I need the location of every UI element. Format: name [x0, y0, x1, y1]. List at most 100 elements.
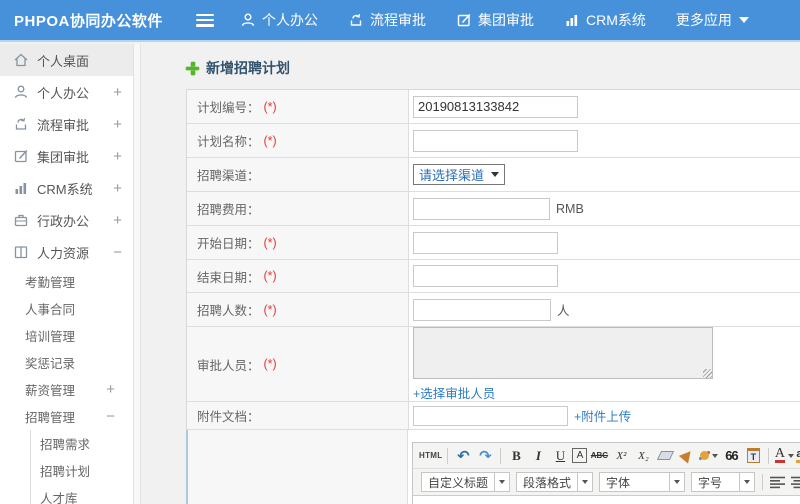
- sidebar-item-label: 流程审批: [37, 117, 90, 133]
- font-color-button[interactable]: A: [774, 446, 794, 466]
- field-label: 招聘费用：: [187, 192, 409, 225]
- recruit-plan-form: 计划编号：(*) 计划名称：(*) 招聘渠道： 请选择渠道 招聘费用： RMB …: [186, 89, 800, 504]
- select-approver-link[interactable]: +选择审批人员: [413, 383, 713, 402]
- sidebar-item-hr-contract[interactable]: 人事合同: [0, 295, 133, 322]
- sidebar-item-recruit-demand[interactable]: 招聘需求: [31, 430, 133, 457]
- sidebar-item-crm[interactable]: CRM系统 +: [0, 172, 133, 204]
- sidebar-item-label: 考勤管理: [25, 276, 76, 290]
- topnav-personal-office[interactable]: 个人办公: [240, 10, 318, 30]
- collapse-icon[interactable]: −: [113, 244, 122, 261]
- edit-icon: [457, 13, 471, 27]
- expand-icon[interactable]: +: [113, 212, 122, 229]
- undo-icon[interactable]: ↶: [453, 446, 473, 466]
- attachment-upload-link[interactable]: +附件上传: [574, 406, 631, 425]
- spray-color-icon[interactable]: [699, 446, 719, 466]
- end-date-input[interactable]: [413, 265, 558, 287]
- align-center-icon[interactable]: [791, 476, 800, 489]
- topnav-group-approval[interactable]: 集团审批: [456, 10, 534, 30]
- underline-button[interactable]: U: [550, 446, 570, 466]
- eraser-icon[interactable]: [655, 446, 675, 466]
- sidebar-item-hr[interactable]: 人力资源 −: [0, 236, 133, 268]
- editor-toolbar-row1: HTML ↶ ↷ B I U A ABC X² X₂ 66 T A a: [413, 443, 800, 469]
- required-marker: (*): [263, 269, 277, 283]
- sidebar-item-label: 个人桌面: [37, 53, 90, 69]
- expand-icon[interactable]: +: [113, 148, 122, 165]
- html-source-button[interactable]: HTML: [419, 446, 442, 466]
- autotypeset-button[interactable]: A: [572, 448, 588, 463]
- superscript-button[interactable]: X²: [611, 446, 631, 466]
- flow-icon: [350, 13, 362, 26]
- sidebar-item-personal-desktop[interactable]: 个人桌面: [0, 44, 133, 76]
- italic-button[interactable]: I: [528, 446, 548, 466]
- sidebar-item-personal-office[interactable]: 个人办公 +: [0, 76, 133, 108]
- bold-button[interactable]: B: [506, 446, 526, 466]
- expand-icon[interactable]: +: [106, 381, 115, 398]
- approver-textarea[interactable]: [413, 326, 713, 379]
- blockquote-button[interactable]: 66: [721, 446, 741, 466]
- sidebar-item-recruitment[interactable]: 招聘管理 −: [0, 403, 133, 430]
- sidebar-item-training[interactable]: 培训管理: [0, 322, 133, 349]
- align-left-icon[interactable]: [770, 476, 786, 489]
- sidebar-item-admin-office[interactable]: 行政办公 +: [0, 204, 133, 236]
- sidebar-item-attendance[interactable]: 考勤管理: [0, 268, 133, 295]
- redo-icon[interactable]: ↷: [475, 446, 495, 466]
- sidebar-item-recruit-plan[interactable]: 招聘计划: [31, 457, 133, 484]
- hr-submenu: 考勤管理 人事合同 培训管理 奖惩记录 薪资管理 + 招聘管理 −: [0, 268, 133, 430]
- paragraph-format-select[interactable]: 段落格式: [516, 472, 594, 492]
- edit-icon: [13, 148, 29, 164]
- required-marker: (*): [263, 99, 277, 114]
- topnav-label: CRM系统: [586, 12, 646, 28]
- topnav-more-apps[interactable]: 更多应用: [676, 10, 749, 30]
- sidebar-item-workflow-approval[interactable]: 流程审批 +: [0, 108, 133, 140]
- sidebar-item-label: 人力资源: [37, 245, 90, 261]
- plus-icon: [186, 61, 199, 75]
- required-marker: (*): [263, 357, 277, 371]
- expand-icon[interactable]: +: [113, 180, 122, 197]
- caret-down-icon: [738, 17, 749, 23]
- page-title-text: 新增招聘计划: [206, 60, 290, 76]
- highlight-color-button[interactable]: ab: [796, 446, 800, 466]
- flow-icon: [13, 116, 29, 132]
- sidebar-item-salary[interactable]: 薪资管理 +: [0, 376, 133, 403]
- sidebar-item-label: 招聘需求: [40, 438, 91, 452]
- briefcase-icon: [13, 212, 29, 228]
- paste-text-icon[interactable]: T: [743, 446, 763, 466]
- plan-no-input[interactable]: [413, 95, 578, 118]
- caret-down-icon: [582, 480, 589, 484]
- collapse-icon[interactable]: −: [106, 408, 115, 425]
- editor-toolbar-row2: 自定义标题 段落格式 字体 字号: [413, 469, 800, 495]
- sidebar-item-label: CRM系统: [37, 181, 93, 197]
- format-brush-icon[interactable]: [677, 446, 697, 466]
- sidebar-item-label: 行政办公: [37, 213, 90, 229]
- sidebar-item-rewards[interactable]: 奖惩记录: [0, 349, 133, 376]
- form-row-approver: 审批人员： (*) +选择审批人员: [187, 326, 800, 402]
- attachment-input[interactable]: [413, 405, 568, 426]
- font-size-select[interactable]: 字号: [691, 472, 756, 492]
- sidebar: 个人桌面 个人办公 + 流程审批 + 集团审批 + CRM系统 + 行政办公 +…: [0, 44, 133, 504]
- topnav-crm[interactable]: CRM系统: [564, 10, 646, 30]
- custom-title-select[interactable]: 自定义标题: [421, 472, 511, 492]
- topnav-workflow-approval[interactable]: 流程审批: [348, 10, 426, 30]
- expand-icon[interactable]: +: [113, 84, 122, 101]
- sidebar-item-label: 奖惩记录: [25, 357, 76, 371]
- sidebar-item-group-approval[interactable]: 集团审批 +: [0, 140, 133, 172]
- font-family-select[interactable]: 字体: [599, 472, 686, 492]
- menu-toggle-icon[interactable]: [196, 13, 214, 27]
- field-label: 审批人员： (*): [187, 327, 409, 401]
- sidebar-item-label: 人才库: [40, 492, 78, 504]
- book-icon: [13, 244, 29, 260]
- sidebar-item-talent-pool[interactable]: 人才库: [31, 484, 133, 504]
- strikethrough-button[interactable]: ABC: [589, 446, 609, 466]
- sidebar-scrollbar[interactable]: [133, 44, 141, 504]
- start-date-input[interactable]: [413, 231, 558, 254]
- expand-icon[interactable]: +: [113, 116, 122, 133]
- form-row-channel: 招聘渠道： 请选择渠道: [187, 158, 800, 192]
- subscript-button[interactable]: X₂: [633, 446, 653, 466]
- headcount-input[interactable]: [413, 298, 551, 321]
- editor-content-area[interactable]: [413, 495, 800, 504]
- fee-input[interactable]: [413, 197, 550, 220]
- form-row-plan-no: 计划编号： (*): [187, 90, 800, 124]
- main-content: 新增招聘计划 计划编号：(*) 计划名称：(*) 招聘渠道： 请选择渠道 招聘费…: [141, 44, 800, 504]
- channel-select[interactable]: 请选择渠道: [413, 164, 506, 185]
- plan-name-input[interactable]: [413, 129, 578, 152]
